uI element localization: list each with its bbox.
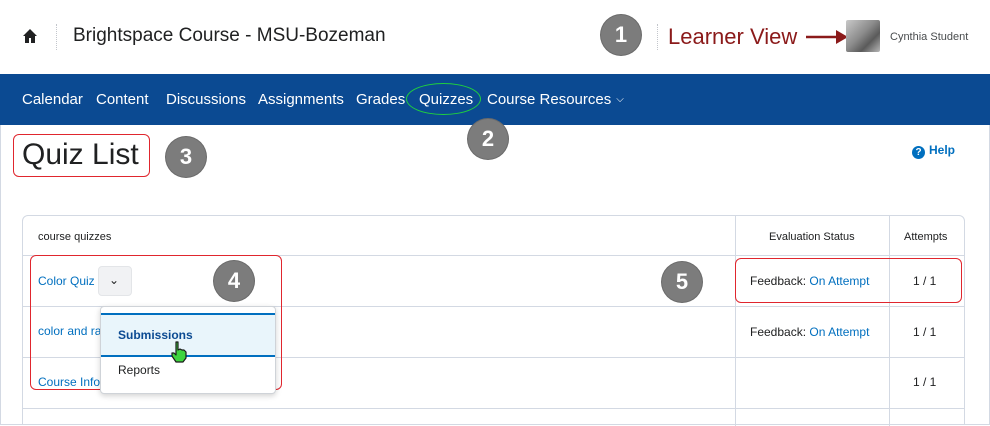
arrow-right-icon — [806, 30, 848, 44]
nav-item-assignments[interactable]: Assignments — [258, 91, 344, 108]
quizzes-highlight-ring — [406, 83, 481, 115]
row-divider — [23, 408, 964, 409]
callout-badge-3: 3 — [166, 137, 206, 177]
avatar[interactable] — [846, 20, 880, 52]
user-name[interactable]: Cynthia Student — [890, 31, 968, 43]
column-divider — [735, 216, 736, 426]
home-icon[interactable] — [22, 28, 38, 44]
status-annotation-box — [735, 258, 962, 303]
nav-item-label: Course Resources — [487, 91, 612, 108]
title-annotation-box — [13, 134, 150, 177]
course-header: Brightspace Course - MSU-Bozeman Learner… — [0, 0, 990, 74]
hand-cursor-icon — [171, 341, 187, 363]
callout-badge-5: 5 — [662, 262, 702, 302]
menu-item-label: Submissions — [118, 328, 193, 342]
column-header-quizzes: course quizzes — [38, 231, 112, 243]
column-header-evaluation-status: Evaluation Status — [769, 231, 855, 243]
callout-badge-2: 2 — [468, 119, 508, 159]
nav-item-discussions[interactable]: Discussions — [166, 91, 246, 108]
menu-item-reports[interactable]: Reports — [118, 363, 160, 377]
chevron-down-icon: ⌵ — [616, 94, 624, 105]
attempts-value: 1 / 1 — [913, 325, 937, 339]
help-link[interactable]: ? Help — [912, 143, 955, 159]
column-divider — [889, 216, 890, 426]
navbar: Calendar Content Discussions Assignments… — [0, 74, 990, 125]
nav-item-content[interactable]: Content — [96, 91, 149, 108]
status-link[interactable]: On Attempt — [809, 325, 869, 339]
learner-view-annotation: Learner View — [668, 24, 798, 49]
help-label: Help — [929, 143, 956, 157]
status-label: Feedback: — [750, 325, 807, 339]
header-separator — [56, 24, 57, 50]
column-header-attempts: Attempts — [904, 231, 948, 243]
nav-item-calendar[interactable]: Calendar — [22, 91, 83, 108]
attempts-value: 1 / 1 — [913, 375, 937, 389]
header-separator — [657, 24, 658, 50]
callout-badge-1: 1 — [601, 15, 641, 55]
quiz-actions-menu: Submissions Reports — [100, 306, 276, 394]
nav-item-course-resources[interactable]: Course Resources ⌵ — [487, 91, 624, 108]
evaluation-status: Feedback: On Attempt — [750, 325, 869, 339]
menu-item-submissions[interactable]: Submissions — [101, 313, 275, 357]
help-icon: ? — [912, 146, 925, 159]
nav-item-grades[interactable]: Grades — [356, 91, 405, 108]
callout-badge-4: 4 — [214, 261, 254, 301]
course-title[interactable]: Brightspace Course - MSU-Bozeman — [73, 25, 386, 47]
